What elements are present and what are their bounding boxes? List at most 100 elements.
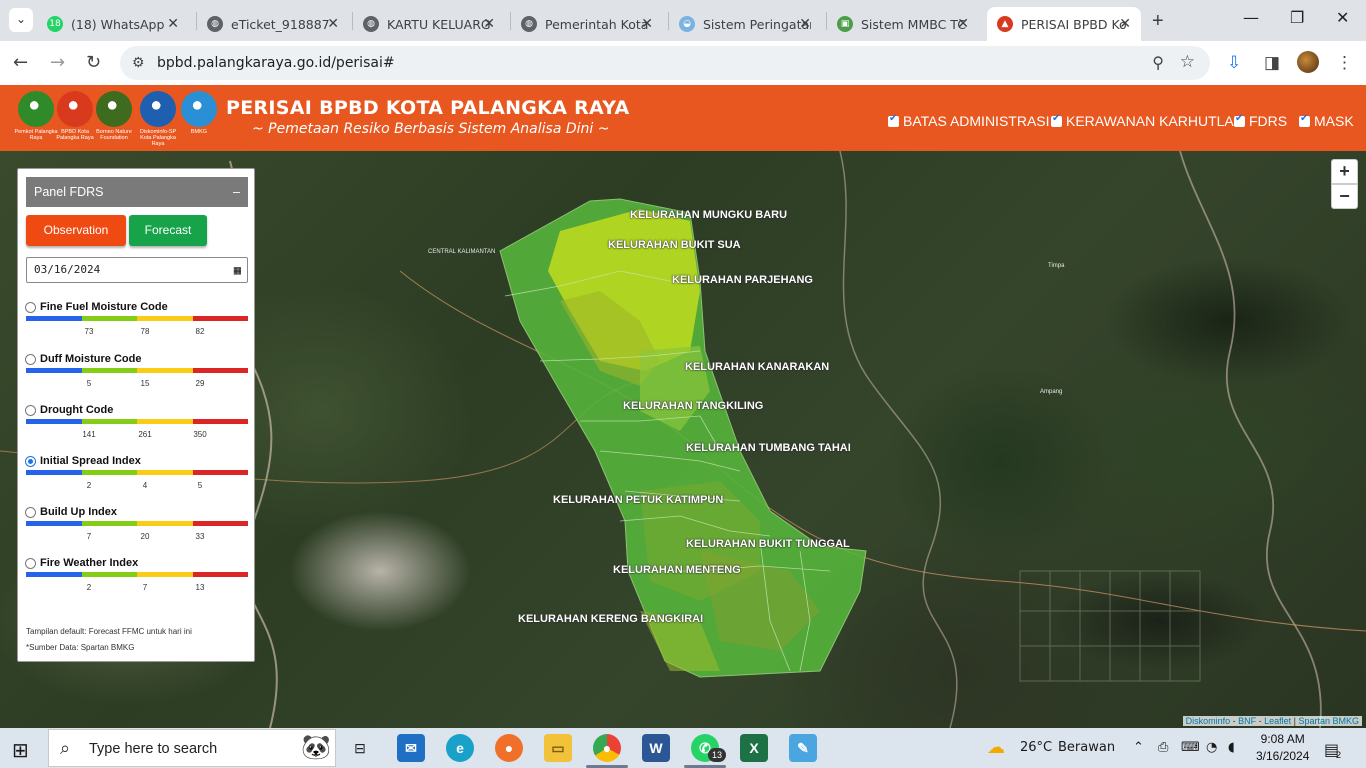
weather-icon[interactable]: ☁: [987, 737, 1005, 758]
radio-button[interactable]: [25, 558, 36, 569]
kelurahan-label[interactable]: KELURAHAN PETUK KATIMPUN: [553, 494, 723, 506]
browser-tab[interactable]: ◍ KARTU KELUARG ✕: [353, 7, 505, 41]
browser-tab[interactable]: 18 (18) WhatsApp ✕: [37, 7, 189, 41]
volume-icon[interactable]: ◖: [1228, 740, 1235, 755]
meet-now-icon[interactable]: ⎙: [1158, 740, 1168, 755]
back-icon[interactable]: ←: [13, 52, 28, 73]
radio-button[interactable]: [25, 302, 36, 313]
checkbox-checked-icon[interactable]: [1299, 113, 1310, 127]
kelurahan-label[interactable]: KELURAHAN BUKIT SUA: [608, 239, 741, 251]
close-tab-icon[interactable]: ✕: [327, 16, 339, 32]
scale-tick-label: 350: [193, 430, 207, 439]
layer-label: KERAWANAN KARHUTLA: [1066, 113, 1234, 129]
kelurahan-label[interactable]: KELURAHAN MENTENG: [613, 564, 741, 576]
taskbar-search[interactable]: ⌕ Type here to search 🐼: [48, 729, 336, 767]
kelurahan-label[interactable]: KELURAHAN TUMBANG TAHAI: [686, 442, 851, 454]
checkbox-checked-icon[interactable]: [1051, 113, 1062, 127]
close-tab-icon[interactable]: ✕: [957, 16, 969, 32]
panel-minimize-button[interactable]: –: [233, 177, 240, 207]
new-tab-button[interactable]: +: [1152, 10, 1164, 33]
scale-tick-label: 13: [195, 583, 205, 592]
tab-search-button[interactable]: ⌄: [9, 8, 33, 32]
word-icon[interactable]: W: [642, 734, 670, 762]
forecast-button[interactable]: Forecast: [129, 215, 207, 246]
tab-title: KARTU KELUARG: [387, 16, 491, 32]
weather-temp[interactable]: 26°C: [1020, 740, 1052, 755]
restore-window-button[interactable]: ❐: [1290, 8, 1304, 27]
url-text[interactable]: bpbd.palangkaraya.go.id/perisai#: [157, 55, 395, 71]
tray-chevron-icon[interactable]: ⌃: [1133, 740, 1144, 755]
index-color-scale: [26, 368, 248, 373]
checkbox-checked-icon[interactable]: [888, 113, 899, 127]
layer-toggle[interactable]: BATAS ADMINISTRASI: [888, 113, 1050, 129]
zoom-in-button[interactable]: +: [1331, 159, 1358, 184]
observation-button[interactable]: Observation: [26, 215, 126, 246]
scale-tick-label: 29: [195, 379, 205, 388]
radio-button[interactable]: [25, 456, 36, 467]
notification-count: 2: [1336, 750, 1342, 760]
zoom-out-button[interactable]: −: [1331, 184, 1358, 209]
attribution-link[interactable]: BNF: [1238, 716, 1256, 726]
side-panel-icon[interactable]: ◨: [1264, 53, 1280, 73]
wifi-icon[interactable]: ◔: [1206, 740, 1217, 755]
tab-favicon-icon: ◒: [679, 16, 695, 32]
minimize-window-button[interactable]: —: [1243, 8, 1259, 27]
browser-tab[interactable]: ◍ eTicket_918887 ✕: [197, 7, 349, 41]
forward-icon[interactable]: →: [50, 52, 65, 73]
kelurahan-label[interactable]: KELURAHAN TANGKILING: [623, 400, 763, 412]
address-bar[interactable]: ⚙ bpbd.palangkaraya.go.id/perisai# ⚲ ☆: [120, 46, 1210, 80]
kelurahan-label[interactable]: KELURAHAN BUKIT TUNGGAL: [686, 538, 850, 550]
firefox-icon[interactable]: ●: [495, 734, 523, 762]
attribution-link[interactable]: Spartan BMKG: [1298, 716, 1359, 726]
windows-start-icon[interactable]: ⊞: [12, 738, 29, 763]
attribution-link[interactable]: Diskominfo: [1186, 716, 1231, 726]
close-tab-icon[interactable]: ✕: [167, 16, 179, 32]
layer-toggle[interactable]: FDRS: [1234, 113, 1287, 129]
close-tab-icon[interactable]: ✕: [483, 16, 495, 32]
profile-avatar[interactable]: [1297, 51, 1319, 73]
chrome-icon[interactable]: ●: [593, 734, 621, 762]
bookmark-star-icon[interactable]: ☆: [1180, 52, 1195, 72]
search-placeholder: Type here to search: [89, 741, 218, 757]
file-explorer-icon[interactable]: ▭: [544, 734, 572, 762]
place-label: Timpa: [1048, 263, 1065, 269]
kelurahan-label[interactable]: KELURAHAN KERENG BANGKIRAI: [518, 613, 703, 625]
kelurahan-label[interactable]: KELURAHAN PARJEHANG: [672, 274, 813, 286]
reload-icon[interactable]: ↻: [86, 52, 101, 73]
radio-button[interactable]: [25, 354, 36, 365]
weather-text[interactable]: Berawan: [1058, 740, 1115, 755]
zoom-icon[interactable]: ⚲: [1152, 53, 1164, 73]
paint-icon[interactable]: ✎: [789, 734, 817, 762]
excel-icon[interactable]: X: [740, 734, 768, 762]
site-info-icon[interactable]: ⚙: [132, 54, 145, 71]
browser-tab[interactable]: ▲ PERISAI BPBD Ko ✕: [987, 7, 1141, 41]
attribution-link[interactable]: Leaflet: [1264, 716, 1291, 726]
close-tab-icon[interactable]: ✕: [1119, 16, 1131, 32]
system-clock[interactable]: 9:08 AM 3/16/2024: [1256, 731, 1309, 765]
kelurahan-label[interactable]: KELURAHAN KANARAKAN: [685, 361, 829, 373]
ime-icon[interactable]: ⌨: [1181, 740, 1200, 755]
scale-tick-label: 2: [86, 583, 92, 592]
checkbox-checked-icon[interactable]: [1234, 113, 1245, 127]
browser-tab[interactable]: ◒ Sistem Peringatan ✕: [669, 7, 821, 41]
download-icon[interactable]: ⇩: [1227, 53, 1241, 73]
mail-icon[interactable]: ✉: [397, 734, 425, 762]
edge-icon[interactable]: e: [446, 734, 474, 762]
close-window-button[interactable]: ✕: [1336, 8, 1349, 27]
calendar-icon[interactable]: ▦: [234, 258, 241, 282]
browser-tab[interactable]: ▣ Sistem MMBC TC ✕: [827, 7, 979, 41]
layer-toggle[interactable]: KERAWANAN KARHUTLA: [1051, 113, 1234, 129]
radio-button[interactable]: [25, 507, 36, 518]
menu-kebab-icon[interactable]: ⋮: [1336, 53, 1353, 73]
layer-toggle[interactable]: MASK: [1299, 113, 1354, 129]
partner-logo: [18, 91, 54, 127]
kelurahan-label[interactable]: KELURAHAN MUNGKU BARU: [630, 209, 787, 221]
close-tab-icon[interactable]: ✕: [799, 16, 811, 32]
radio-button[interactable]: [25, 405, 36, 416]
date-input[interactable]: 03/16/2024 ▦: [26, 257, 248, 283]
close-tab-icon[interactable]: ✕: [641, 16, 653, 32]
index-label: Initial Spread Index: [40, 455, 141, 467]
browser-tab[interactable]: ◍ Pemerintah Kota ✕: [511, 7, 663, 41]
layer-label: FDRS: [1249, 113, 1288, 129]
task-view-icon[interactable]: ⊟: [346, 734, 374, 762]
